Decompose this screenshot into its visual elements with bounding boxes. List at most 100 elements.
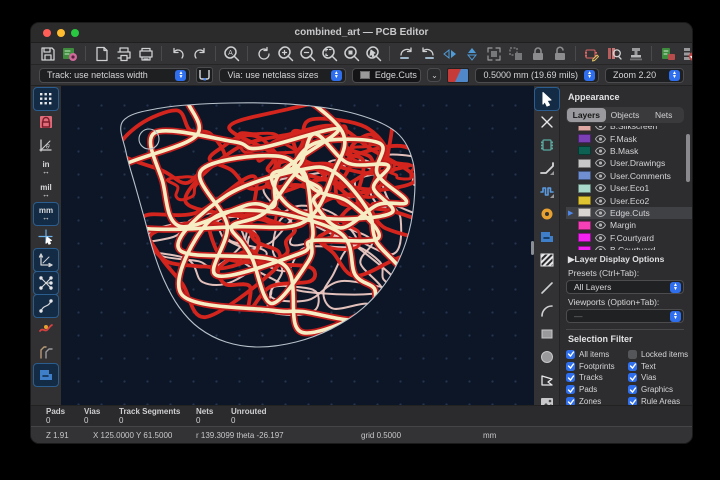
units-in-button[interactable]: in↔ [34, 157, 58, 179]
checkbox-icon[interactable] [566, 362, 575, 371]
layer-row-user-eco2[interactable]: User.Eco2 [566, 194, 692, 206]
flip-vertical-button[interactable] [461, 44, 482, 63]
filter-footprints[interactable]: Footprints [566, 361, 628, 371]
route-tracks-button[interactable] [535, 157, 559, 179]
redo-button[interactable] [189, 44, 210, 63]
select-button[interactable] [535, 88, 559, 110]
update-pcb-button[interactable] [657, 44, 678, 63]
grid-button[interactable] [34, 88, 58, 110]
zoom-objects-button[interactable] [341, 44, 362, 63]
flip-horizontal-button[interactable] [439, 44, 460, 63]
drc-button[interactable] [679, 44, 693, 63]
track-width-value-dropdown[interactable]: 0.5000 mm (19.69 mils) ▲▼ [475, 68, 599, 83]
layer-row-b-mask[interactable]: B.Mask [566, 145, 692, 157]
layer-visibility-eye-icon[interactable] [595, 209, 606, 217]
arc-tool-button[interactable] [535, 300, 559, 322]
library-browser-button[interactable] [603, 44, 624, 63]
add-footprint-button[interactable] [535, 134, 559, 156]
checkbox-icon[interactable] [566, 385, 575, 394]
zoom-dropdown[interactable]: Zoom 2.20 ▲▼ [605, 68, 684, 83]
unlock-button[interactable] [549, 44, 570, 63]
layer-color-swatch[interactable] [578, 134, 591, 143]
curved-ratsnest-button[interactable] [34, 295, 58, 317]
layer-color-swatch[interactable] [578, 221, 591, 230]
zoom-button[interactable] [71, 29, 79, 37]
grid-override-button[interactable] [34, 111, 58, 133]
layer-visibility-eye-icon[interactable] [595, 246, 606, 250]
filter-graphics[interactable]: Graphics [628, 385, 692, 395]
track-posture-button[interactable] [196, 67, 213, 83]
layer-row-edge-cuts[interactable]: ▶Edge.Cuts [566, 207, 692, 219]
layer-list-scrollbar[interactable] [686, 134, 690, 182]
add-via-button[interactable] [535, 203, 559, 225]
tab-objects[interactable]: Objects [606, 108, 645, 122]
active-layer-dropdown[interactable]: Edge.Cuts [352, 68, 422, 83]
canvas-scrollbar[interactable] [531, 241, 534, 255]
layer-color-swatch[interactable] [578, 171, 591, 180]
layer-visibility-eye-icon[interactable] [595, 135, 606, 143]
sketch-tracks-button[interactable] [34, 341, 58, 363]
checkbox-icon[interactable] [628, 373, 637, 382]
filter-text[interactable]: Text [628, 361, 692, 371]
layer-row-user-drawings[interactable]: User.Drawings [566, 157, 692, 169]
group-button[interactable] [483, 44, 504, 63]
sketch-zones-button[interactable] [34, 364, 58, 386]
track-width-dropdown[interactable]: Track: use netclass width ▲▼ [39, 68, 190, 83]
layer-color-swatch[interactable] [578, 159, 591, 168]
zoom-fit-button[interactable] [319, 44, 340, 63]
layer-row-b-courtyard[interactable]: B.Courtyard [566, 244, 692, 250]
line-tool-button[interactable] [535, 277, 559, 299]
cursor-shape-button[interactable] [34, 226, 58, 248]
layer-row-f-mask[interactable]: F.Mask [566, 132, 692, 144]
layer-dropdown-button[interactable]: ⌄ [427, 68, 441, 82]
layer-visibility-eye-icon[interactable] [595, 234, 606, 242]
minimize-button[interactable] [57, 29, 65, 37]
checkbox-icon[interactable] [628, 385, 637, 394]
presets-dropdown[interactable]: All Layers ▲▼ [566, 280, 684, 294]
layer-visibility-eye-icon[interactable] [595, 184, 606, 192]
polygon-tool-button[interactable] [535, 369, 559, 391]
origin-axis-button[interactable] [34, 249, 58, 271]
filter-zones[interactable]: Zones [566, 397, 628, 405]
save-button[interactable] [37, 44, 58, 63]
layer-visibility-eye-icon[interactable] [595, 172, 606, 180]
filter-tracks[interactable]: Tracks [566, 373, 628, 383]
checkbox-icon[interactable] [628, 397, 637, 405]
layer-color-swatch[interactable] [578, 196, 591, 205]
checkbox-icon[interactable] [628, 350, 637, 359]
titlebar[interactable]: combined_art — PCB Editor [31, 23, 692, 43]
footprint-editor-button[interactable] [581, 44, 602, 63]
ungroup-button[interactable] [505, 44, 526, 63]
filter-vias[interactable]: Vias [628, 373, 692, 383]
polar-coords-button[interactable]: θ [34, 134, 58, 156]
tune-length-button[interactable] [535, 180, 559, 202]
layer-row-user-comments[interactable]: User.Comments [566, 170, 692, 182]
checkbox-icon[interactable] [566, 350, 575, 359]
layer-press-button[interactable] [625, 44, 646, 63]
units-mm-button[interactable]: mm↔ [34, 203, 58, 225]
pcb-canvas[interactable] [61, 86, 534, 407]
layer-visibility-eye-icon[interactable] [595, 197, 606, 205]
circle-tool-button[interactable] [535, 346, 559, 368]
layer-color-swatch[interactable] [578, 146, 591, 155]
zoom-in-button[interactable] [275, 44, 296, 63]
filter-rule-areas[interactable]: Rule Areas [628, 397, 692, 405]
rect-tool-button[interactable] [535, 323, 559, 345]
board-setup-button[interactable] [59, 44, 80, 63]
filter-pads[interactable]: Pads [566, 385, 628, 395]
tab-nets[interactable]: Nets [644, 108, 683, 122]
tab-layers[interactable]: Layers [567, 108, 606, 122]
net-highlight-button[interactable] [34, 318, 58, 340]
undo-button[interactable] [167, 44, 188, 63]
plot-button[interactable] [135, 44, 156, 63]
viewports-dropdown[interactable]: — ▲▼ [566, 309, 684, 323]
layer-visibility-eye-icon[interactable] [595, 147, 606, 155]
lock-button[interactable] [527, 44, 548, 63]
rule-area-button[interactable] [535, 249, 559, 271]
layer-row-margin[interactable]: Margin [566, 219, 692, 231]
layer-row-user-eco1[interactable]: User.Eco1 [566, 182, 692, 194]
filter-locked-items[interactable]: Locked items [628, 349, 692, 359]
checkbox-icon[interactable] [566, 373, 575, 382]
layer-visibility-eye-icon[interactable] [595, 159, 606, 167]
layer-row-f-courtyard[interactable]: F.Courtyard [566, 232, 692, 244]
